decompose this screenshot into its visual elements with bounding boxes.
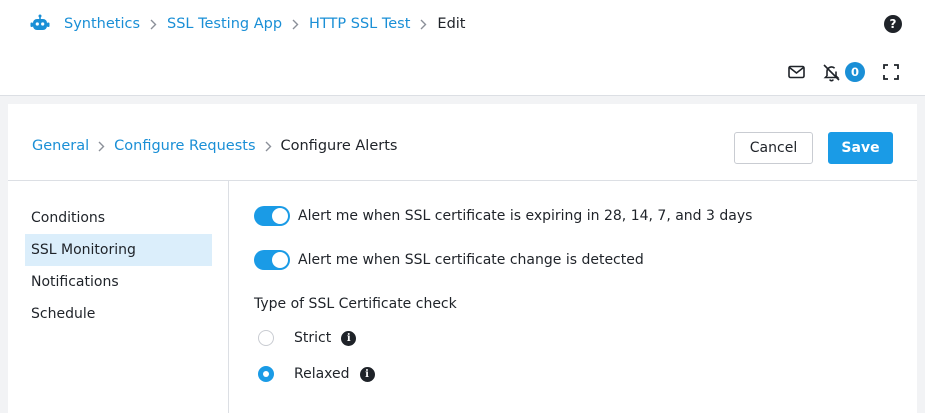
panel-header: General Configure Requests Configure Ale… xyxy=(8,104,917,181)
help-icon[interactable]: ? xyxy=(884,15,902,33)
step-general[interactable]: General xyxy=(32,138,89,154)
sidebar-item-notifications[interactable]: Notifications xyxy=(25,266,212,298)
strict-radio[interactable] xyxy=(258,330,274,346)
change-alert-toggle[interactable] xyxy=(254,250,290,270)
expiry-alert-row: Alert me when SSL certificate is expirin… xyxy=(254,206,752,226)
expiry-alert-toggle[interactable] xyxy=(254,206,290,226)
step-configure-requests[interactable]: Configure Requests xyxy=(114,138,255,154)
relaxed-label: Relaxed xyxy=(294,366,350,382)
chevron-right-icon xyxy=(98,141,105,152)
notification-count-badge: 0 xyxy=(845,62,865,82)
expiry-alert-label: Alert me when SSL certificate is expirin… xyxy=(298,208,753,224)
relaxed-radio[interactable] xyxy=(258,366,274,382)
breadcrumb-synthetics[interactable]: Synthetics xyxy=(64,16,140,32)
cancel-button[interactable]: Cancel xyxy=(734,132,813,164)
edit-panel: General Configure Requests Configure Ale… xyxy=(8,104,917,413)
change-alert-row: Alert me when SSL certificate change is … xyxy=(254,250,644,270)
save-button[interactable]: Save xyxy=(828,132,893,164)
chevron-right-icon xyxy=(150,19,157,30)
breadcrumb-http-ssl-test[interactable]: HTTP SSL Test xyxy=(309,16,410,32)
ssl-monitoring-settings: Alert me when SSL certificate is expirin… xyxy=(229,181,917,413)
breadcrumb-current: Edit xyxy=(437,16,466,32)
mail-icon[interactable] xyxy=(788,65,805,79)
top-bar: Synthetics SSL Testing App HTTP SSL Test… xyxy=(0,0,925,96)
chevron-right-icon xyxy=(420,19,427,30)
breadcrumb-ssl-testing-app[interactable]: SSL Testing App xyxy=(167,16,282,32)
wizard-steps: General Configure Requests Configure Ale… xyxy=(32,138,397,154)
bell-off-icon xyxy=(822,63,841,82)
sidebar-item-conditions[interactable]: Conditions xyxy=(25,202,212,234)
alerts-toggle[interactable]: 0 xyxy=(822,62,865,82)
robot-icon[interactable] xyxy=(30,14,50,34)
change-alert-label: Alert me when SSL certificate change is … xyxy=(298,252,644,268)
check-type-title: Type of SSL Certificate check xyxy=(254,296,457,312)
strict-label: Strict xyxy=(294,330,332,346)
chevron-right-icon xyxy=(292,19,299,30)
fullscreen-icon[interactable] xyxy=(883,64,899,80)
settings-sidebar: Conditions SSL Monitoring Notifications … xyxy=(8,181,229,413)
info-icon[interactable]: i xyxy=(341,330,357,346)
info-icon[interactable]: i xyxy=(359,366,375,382)
toolbar: 0 xyxy=(788,61,899,83)
sidebar-item-ssl-monitoring[interactable]: SSL Monitoring xyxy=(25,234,212,266)
check-option-relaxed: Relaxed i xyxy=(258,366,375,382)
breadcrumb: Synthetics SSL Testing App HTTP SSL Test… xyxy=(30,14,466,34)
chevron-right-icon xyxy=(265,141,272,152)
check-option-strict: Strict i xyxy=(258,330,357,346)
step-configure-alerts: Configure Alerts xyxy=(280,138,398,154)
sidebar-item-schedule[interactable]: Schedule xyxy=(25,298,212,330)
